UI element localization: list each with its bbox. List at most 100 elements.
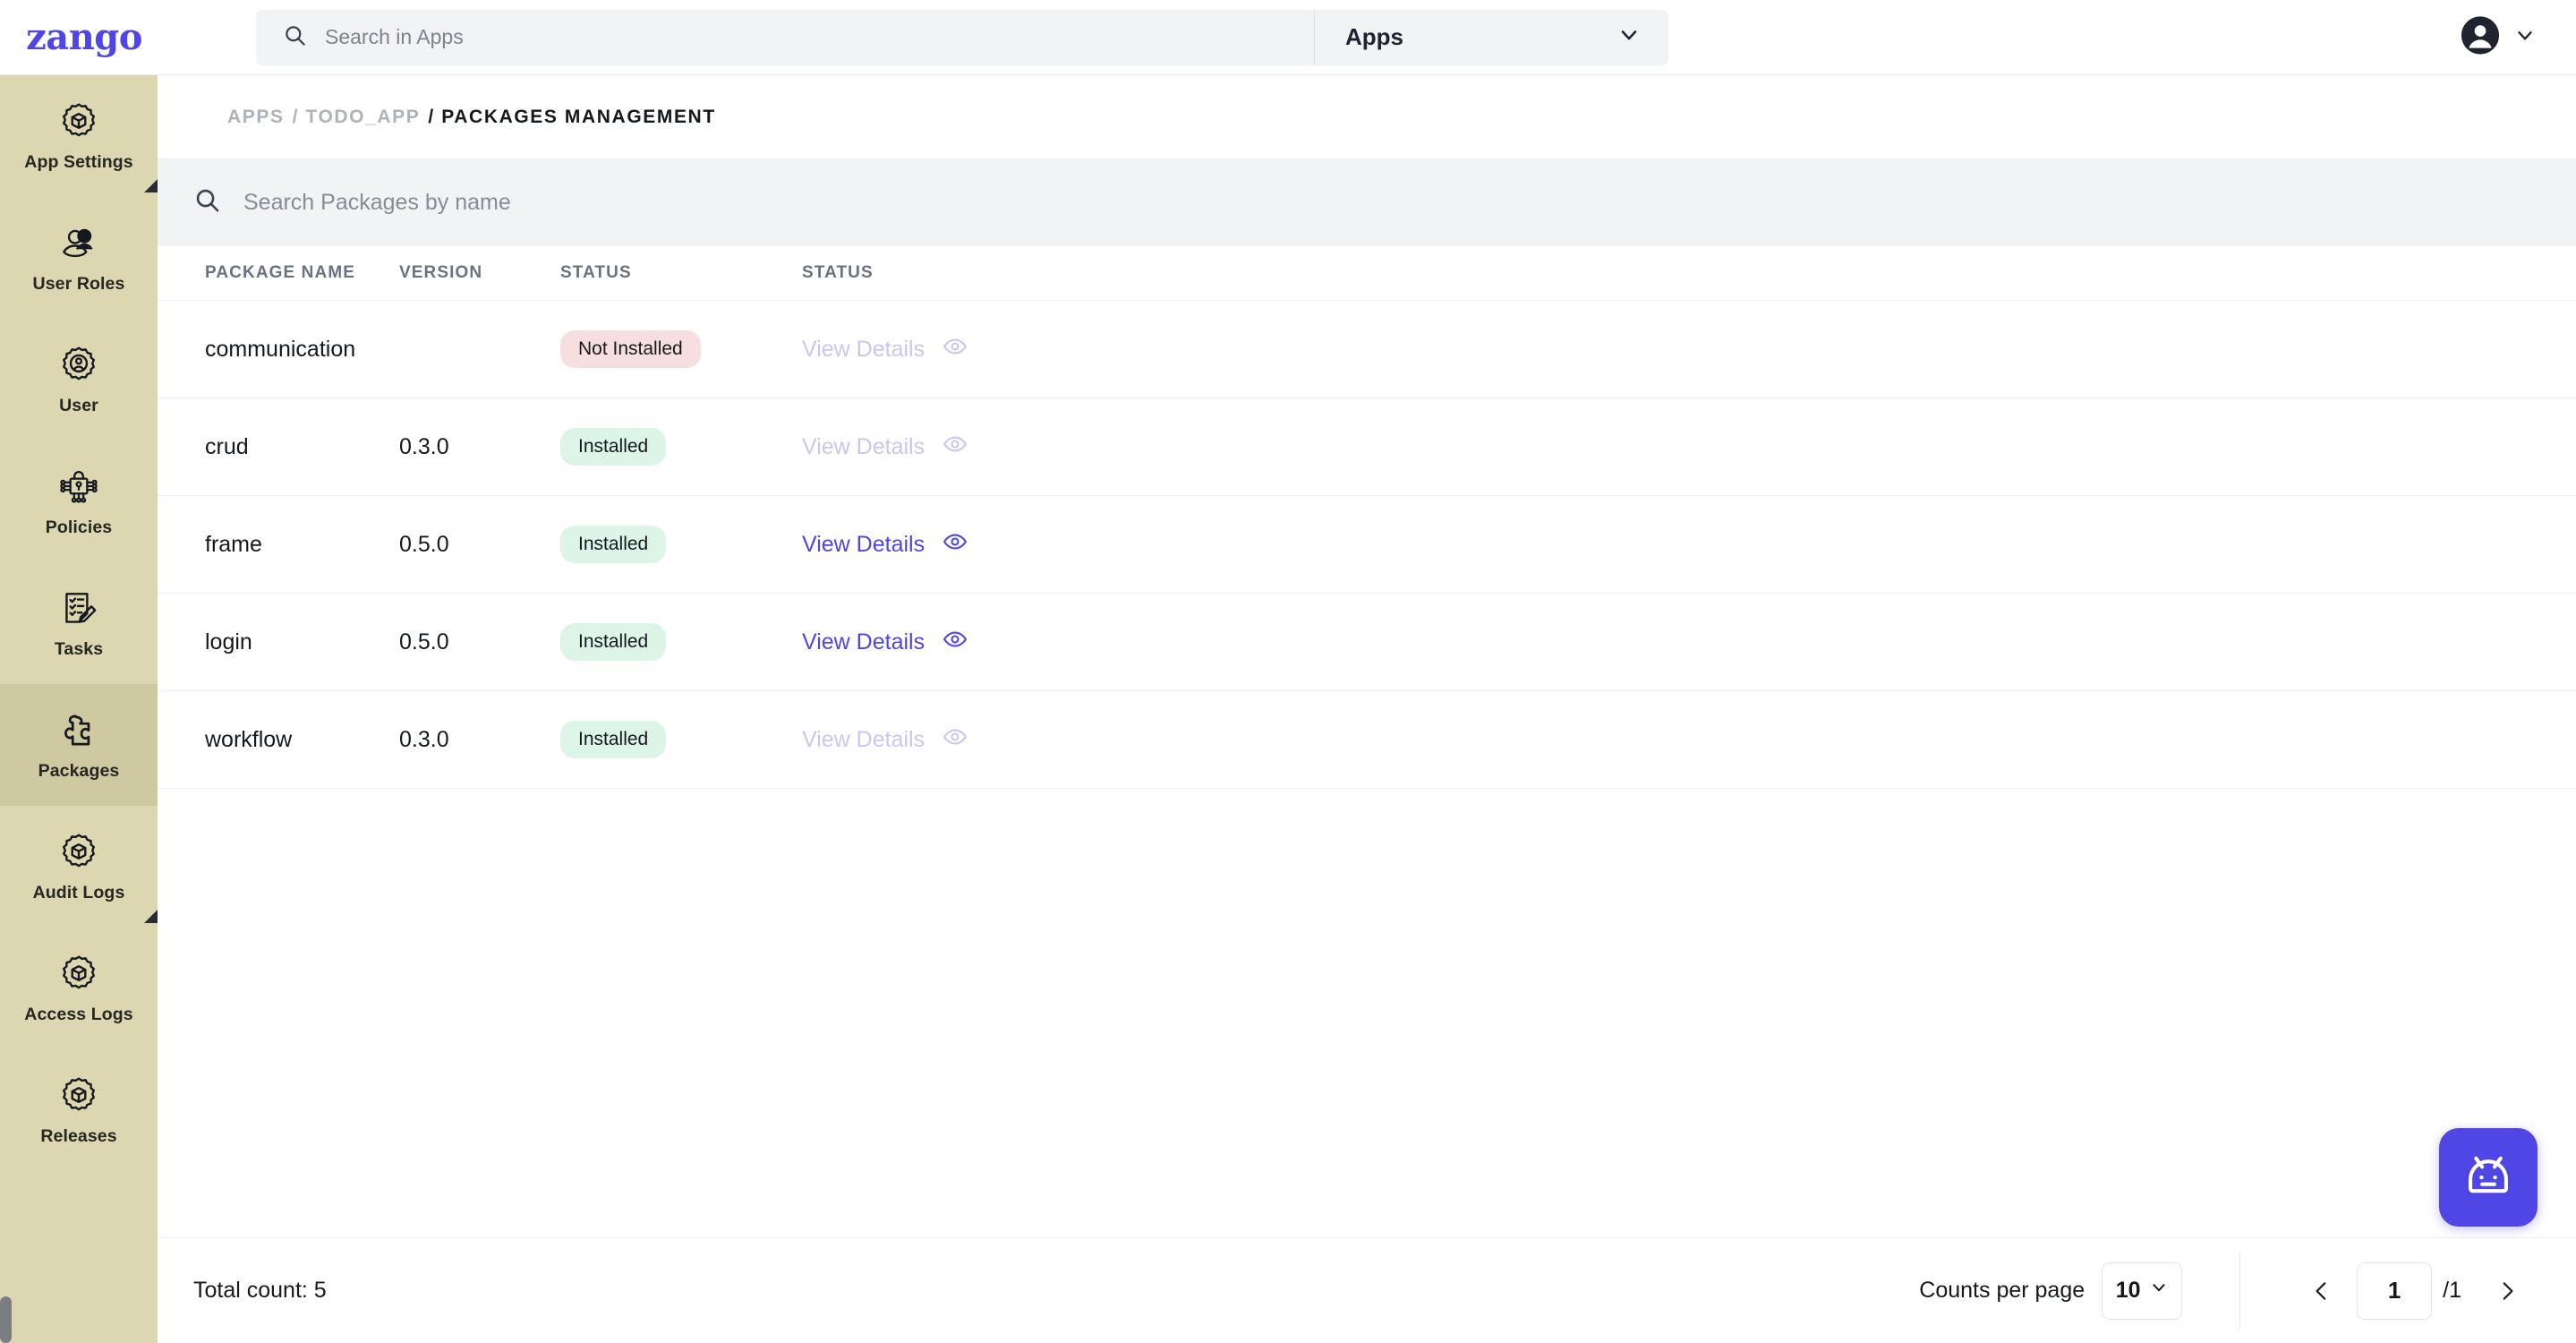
cell-version (399, 300, 560, 398)
sidebar-item-user-roles[interactable]: User Roles (0, 197, 158, 319)
cell-status: Installed (560, 398, 802, 496)
view-details-button: View Details (802, 334, 1088, 365)
breadcrumb: APPS / TODO_APP / PACKAGES MANAGEMENT (158, 75, 2576, 158)
breadcrumb-item-todo-app[interactable]: TODO_APP (305, 107, 420, 128)
breadcrumb-item-apps[interactable]: APPS (227, 107, 285, 128)
sidebar-item-user[interactable]: User (0, 319, 158, 441)
column-header-package-name[interactable]: PACKAGE NAME (158, 246, 399, 301)
chatbot-fab-button[interactable] (2439, 1128, 2538, 1227)
package-search-input[interactable] (243, 189, 1139, 216)
sidebar-item-audit-logs[interactable]: Audit Logs (0, 806, 158, 928)
table-body: communication Not Installed View Details (158, 300, 2576, 789)
sidebar-item-tasks[interactable]: Tasks (0, 562, 158, 684)
counts-per-page-select[interactable]: 10 (2102, 1262, 2183, 1320)
table-row[interactable]: login 0.5.0 Installed View Details (158, 593, 2576, 691)
cell-version: 0.3.0 (399, 398, 560, 496)
cell-package-name: crud (158, 398, 399, 496)
chevron-down-icon (2513, 23, 2537, 51)
next-page-button[interactable] (2483, 1267, 2531, 1315)
status-badge: Installed (560, 721, 667, 758)
column-header-version[interactable]: VERSION (399, 246, 560, 301)
search-icon (193, 186, 221, 218)
user-menu[interactable] (2460, 14, 2537, 60)
table-head: PACKAGE NAME VERSION STATUS STATUS (158, 246, 2576, 301)
cell-status: Not Installed (560, 300, 802, 398)
sidebar-item-label: Access Logs (24, 1005, 133, 1024)
cell-package-name: workflow (158, 690, 399, 789)
expand-marker-icon[interactable] (144, 179, 158, 192)
sidebar-item-releases[interactable]: Releases (0, 1049, 158, 1171)
pagination-divider (2239, 1252, 2241, 1330)
gear-cube-icon (56, 1074, 101, 1118)
checklist-pencil-icon (56, 586, 101, 631)
cell-spacer (1088, 398, 2576, 496)
cell-status: Installed (560, 495, 802, 594)
cell-package-name: frame (158, 495, 399, 594)
eye-icon[interactable] (943, 529, 968, 560)
counts-per-page-label: Counts per page (1919, 1278, 2086, 1303)
cell-version: 0.5.0 (399, 495, 560, 594)
column-header-status[interactable]: STATUS (560, 246, 802, 301)
app-logo[interactable]: zango (5, 16, 163, 58)
cell-package-name: communication (158, 300, 399, 398)
gear-cube-icon (56, 830, 101, 875)
puzzle-piece-icon (56, 708, 101, 753)
global-search-bar: Apps (256, 9, 1668, 65)
sidebar: App Settings User Roles User Policies Ta… (0, 75, 158, 1343)
table-row[interactable]: workflow 0.3.0 Installed View Details (158, 690, 2576, 789)
sidebar-item-app-settings[interactable]: App Settings (0, 75, 158, 197)
robot-bot-icon (2459, 1146, 2518, 1210)
gear-cube-icon (56, 99, 101, 144)
cell-status: Installed (560, 690, 802, 789)
app-selector-dropdown[interactable]: Apps (1315, 10, 1668, 65)
search-icon (283, 23, 307, 52)
column-header-spacer (1088, 246, 2576, 301)
sidebar-item-policies[interactable]: Policies (0, 441, 158, 562)
cell-action: View Details (802, 495, 1088, 594)
chevron-down-icon (1616, 22, 1642, 52)
gear-cube-icon (56, 952, 101, 997)
sidebar-item-label: Packages (38, 761, 120, 781)
scrollbar-thumb[interactable] (0, 1296, 12, 1343)
view-details-label: View Details (802, 531, 925, 557)
page-number-input[interactable]: 1 (2357, 1262, 2433, 1320)
cell-action: View Details (802, 593, 1088, 691)
search-input[interactable] (325, 25, 1314, 49)
package-search-bar (158, 158, 2576, 246)
cell-status: Installed (560, 593, 802, 691)
pagination: Counts per page 10 1 /1 (1919, 1252, 2576, 1330)
breadcrumb-item-current: PACKAGES MANAGEMENT (441, 106, 716, 127)
counts-per-page-value: 10 (2115, 1278, 2141, 1303)
eye-icon[interactable] (943, 627, 968, 658)
table-footer: Total count: 5 Counts per page 10 1 /1 (158, 1237, 2576, 1343)
main-content: APPS / TODO_APP / PACKAGES MANAGEMENT PA… (158, 75, 2576, 1343)
sidebar-item-packages[interactable]: Packages (0, 684, 158, 806)
status-badge: Installed (560, 428, 667, 466)
table-row[interactable]: crud 0.3.0 Installed View Details (158, 398, 2576, 496)
cell-spacer (1088, 495, 2576, 594)
eye-icon (943, 334, 968, 365)
view-details-button[interactable]: View Details (802, 627, 1088, 658)
breadcrumb-separator: / (292, 106, 298, 127)
table-row[interactable]: frame 0.5.0 Installed View Details (158, 495, 2576, 594)
app-selector-label: Apps (1345, 23, 1403, 50)
packages-panel: PACKAGE NAME VERSION STATUS STATUS commu… (158, 158, 2576, 1343)
users-icon (56, 221, 101, 266)
cell-spacer (1088, 690, 2576, 789)
eye-icon (943, 432, 968, 463)
view-details-button[interactable]: View Details (802, 529, 1088, 560)
column-header-status-action[interactable]: STATUS (802, 246, 1088, 301)
cell-package-name: login (158, 593, 399, 691)
sidebar-item-access-logs[interactable]: Access Logs (0, 928, 158, 1049)
view-details-label: View Details (802, 629, 925, 654)
expand-marker-icon[interactable] (144, 910, 158, 923)
table-row[interactable]: communication Not Installed View Details (158, 300, 2576, 398)
eye-icon (943, 724, 968, 756)
table-header-row: PACKAGE NAME VERSION STATUS STATUS (158, 246, 2576, 301)
policy-lock-icon (56, 465, 101, 509)
prev-page-button[interactable] (2298, 1267, 2346, 1315)
cell-action: View Details (802, 398, 1088, 496)
status-badge: Installed (560, 526, 667, 563)
breadcrumb-separator: / (428, 106, 434, 127)
sidebar-item-label: Releases (40, 1126, 117, 1146)
